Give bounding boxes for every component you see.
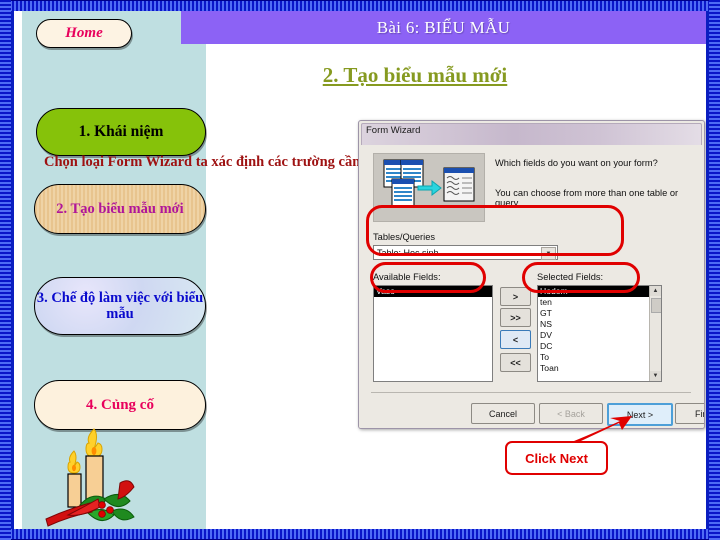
sidebar-item-4-label: 4. Củng cố [86,396,154,413]
slide-page: Home 1. Khái niệm 2. Tạo biểu mẫu mới 3.… [14,11,706,529]
list-item[interactable]: Vaso [374,286,492,297]
move-one-left-button[interactable]: < [500,330,531,349]
click-next-callout-label: Click Next [525,450,588,466]
sidebar-item-3-label: 3. Chế độ làm việc với biểu mẫu [36,289,204,322]
move-one-right-button[interactable]: > [500,287,531,306]
slide-title-bar: Bài 6: BIỂU MẪU [181,11,706,44]
move-all-left-button[interactable]: << [500,353,531,372]
wizard-question-secondary: You can choose from more than one table … [495,188,679,208]
list-item[interactable]: DC [538,341,661,352]
tables-queries-label: Tables/Queries [373,232,436,242]
sidebar-item-1[interactable]: 1. Khái niệm [36,108,206,156]
available-fields-listbox[interactable]: Vaso [373,285,493,382]
dialog-title: Form Wizard [366,125,421,136]
available-fields-label: Available Fields: [373,272,441,282]
tables-queries-select[interactable]: Table: Hoc sinh ▼ [373,245,558,260]
scroll-up-icon[interactable]: ▲ [650,286,661,296]
decorative-frame-left [0,0,11,540]
list-item[interactable]: DV [538,330,661,341]
list-item[interactable]: ten [538,297,661,308]
sidebar-item-3[interactable]: 3. Chế độ làm việc với biểu mẫu [34,277,206,335]
move-all-right-button[interactable]: >> [500,308,531,327]
selected-fields-listbox[interactable]: Hodem ten GT NS DV DC To Toan ▲ ▼ [537,285,662,382]
tables-queries-value: Table: Hoc sinh [377,248,439,258]
list-item[interactable]: To [538,352,661,363]
sidebar-item-home-label: Home [65,25,103,42]
decorative-frame-inner-right [706,11,709,529]
scroll-down-icon[interactable]: ▼ [650,371,661,381]
list-item[interactable]: Hodem [538,286,661,297]
tables-to-form-icon [383,159,475,207]
list-item[interactable]: NS [538,319,661,330]
wizard-question-primary: Which fields do you want on your form? [495,158,658,168]
slide-canvas: Home 1. Khái niệm 2. Tạo biểu mẫu mới 3.… [0,0,720,540]
list-item[interactable]: GT [538,308,661,319]
form-wizard-illustration [373,153,485,222]
sidebar-item-home[interactable]: Home [36,19,132,48]
decorative-frame-right [709,0,720,540]
section-heading: 2. Tạo biểu mẫu mới [322,63,508,87]
dialog-body: Which fields do you want on your form? Y… [359,145,704,428]
page-title: Bài 6: BIỂU MẪU [376,17,511,37]
list-item[interactable]: Toan [538,363,661,374]
finish-button[interactable]: Finish [675,403,704,424]
sidebar: Home 1. Khái niệm 2. Tạo biểu mẫu mới 3.… [22,11,206,529]
listbox-scrollbar[interactable]: ▲ ▼ [649,286,661,381]
form-wizard-dialog[interactable]: Form Wizard Which fields do you want on … [358,120,705,429]
sidebar-item-2-label: 2. Tạo biểu mẫu mới [56,200,184,217]
sidebar-item-1-label: 1. Khái niệm [78,123,164,141]
selected-fields-label: Selected Fields: [537,272,604,282]
click-next-callout: Click Next [505,441,608,475]
christmas-candles-icon [45,428,135,527]
sidebar-item-2[interactable]: 2. Tạo biểu mẫu mới [34,184,206,234]
dialog-separator [371,392,691,393]
scrollbar-thumb[interactable] [651,298,661,313]
cancel-button[interactable]: Cancel [471,403,535,424]
sidebar-item-4[interactable]: 4. Củng cố [34,380,206,430]
chevron-down-icon[interactable]: ▼ [541,247,556,260]
